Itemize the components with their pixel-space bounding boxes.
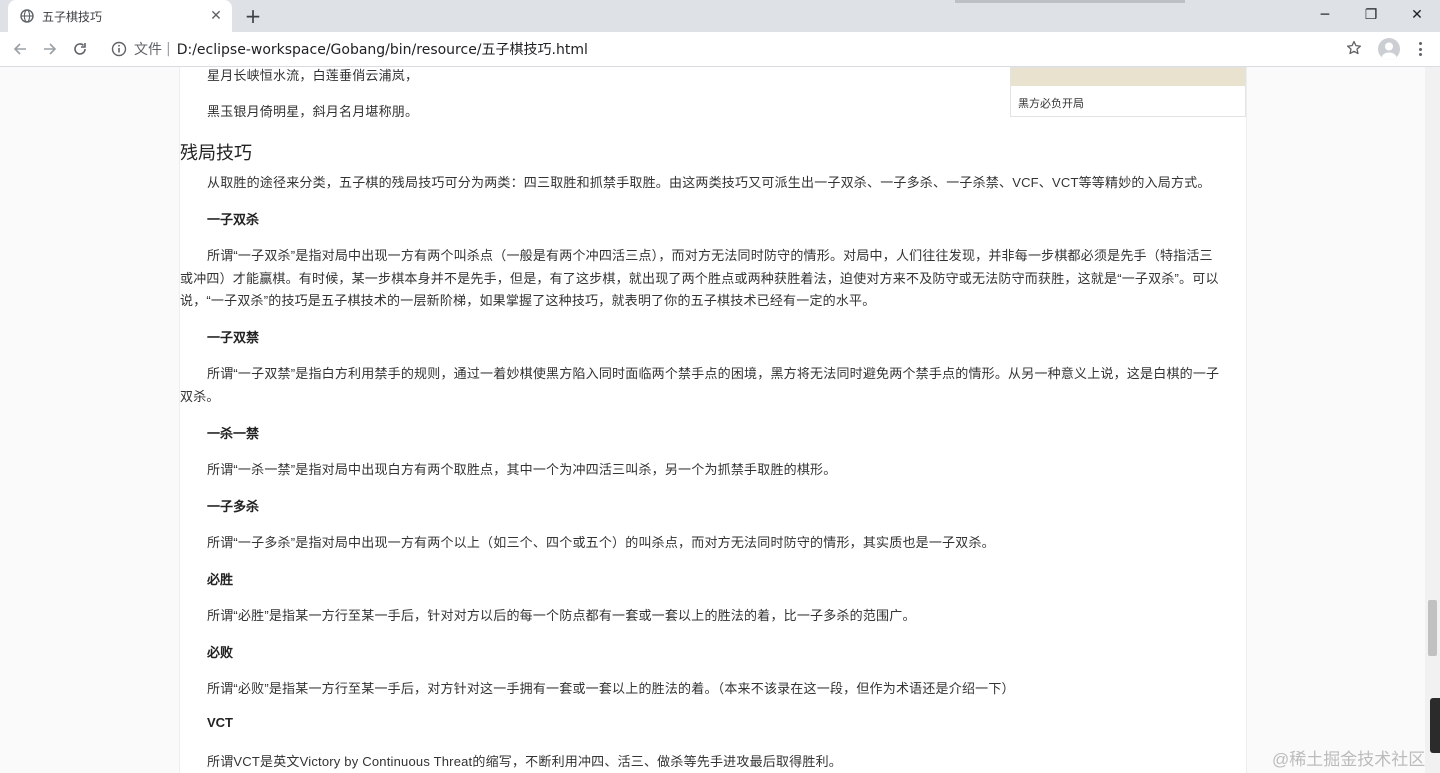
reload-icon [74,43,86,55]
article: 黑方必负开局 星月长峡恒水流，白莲垂俏云浦岚， 黑玉银月倚明星，斜月名月堪称朋。… [179,67,1247,773]
new-tab-button[interactable]: + [240,4,266,28]
scheme-label: 文件 [134,42,162,58]
side-widget[interactable] [1430,698,1440,753]
reload-button[interactable] [68,38,92,60]
window-controls: ─ ❐ ✕ [1302,0,1440,32]
poem-line: 星月长峡恒水流，白莲垂俏云浦岚， [207,68,419,83]
paragraph: 所谓“一子双杀”是指对局中出现一方有两个叫杀点（一般是有两个冲四活三点），而对方… [207,248,1213,263]
more-menu-icon[interactable] [1412,39,1428,59]
subheading: 一杀一禁 [207,426,260,441]
forward-button[interactable] [38,38,62,60]
arrow-left-icon [13,43,26,55]
poem-line: 黑玉银月倚明星，斜月名月堪称朋。 [207,104,419,119]
paragraph: 从取胜的途径来分类，五子棋的残局技巧可分为两类：四三取胜和抓禁手取胜。由这两类技… [207,175,1211,190]
figure-caption: 黑方必负开局 [1018,98,1084,110]
tab-title: 五子棋技巧 [42,9,103,24]
section-title: 残局技巧 [180,143,252,163]
bookmark-star-icon[interactable] [1346,40,1362,60]
paragraph: 或冲四）才能赢棋。有时候，某一步棋本身并不是先手，但是，有了这步棋，就出现了两个… [180,271,1219,286]
browser-toolbar: 文件 | D:/eclipse-workspace/Gobang/bin/res… [0,32,1440,67]
subheading: 一子多杀 [207,499,260,514]
subheading: 必败 [207,645,234,660]
paragraph: 说，“一子双杀”的技巧是五子棋技术的一层新阶梯，如果掌握了这种技巧，就表明了你的… [180,293,876,308]
tab-strip: 五子棋技巧 ✕ + ─ ❐ ✕ [0,0,1440,32]
info-icon[interactable] [110,40,128,58]
paragraph: 所谓“必败”是指某一方行至某一手后，对方针对这一手拥有一套或一套以上的胜法的着。… [207,681,1015,696]
close-window-button[interactable]: ✕ [1394,0,1440,30]
close-tab-icon[interactable]: ✕ [206,6,226,26]
paragraph: 所谓“必胜”是指某一方行至某一手后，针对对方以后的每一个防点都有一套或一套以上的… [207,608,916,623]
popup-edge [955,0,1185,3]
globe-icon [20,9,34,23]
scrollbar-thumb[interactable] [1428,600,1437,656]
vertical-scrollbar[interactable] [1425,67,1440,773]
arrow-right-icon [44,43,57,55]
subheading: 必胜 [207,572,234,587]
url-text[interactable]: D:/eclipse-workspace/Gobang/bin/resource… [177,39,588,59]
subheading: 一子双杀 [207,212,260,227]
paragraph: 所谓“一子多杀”是指对局中出现一方有两个以上（如三个、四个或五个）的叫杀点，而对… [207,535,995,550]
board-image [1011,68,1245,86]
paragraph: 所谓“一杀一禁”是指对局中出现白方有两个取胜点，其中一个为冲四活三叫杀，另一个为… [207,462,837,477]
subheading: VCT [207,715,233,730]
subheading: 一子双禁 [207,330,260,345]
page-viewport: 黑方必负开局 星月长峡恒水流，白莲垂俏云浦岚， 黑玉银月倚明星，斜月名月堪称朋。… [0,67,1425,773]
paragraph: 所谓“一子双禁”是指白方利用禁手的规则，通过一着妙棋使黑方陷入同时面临两个禁手点… [207,366,1220,381]
profile-avatar-icon[interactable] [1378,38,1400,60]
watermark: @稀土掘金技术社区 [1272,750,1426,769]
board-figure: 黑方必负开局 [1010,67,1246,117]
scheme-separator: | [166,41,171,57]
tab-active[interactable]: 五子棋技巧 ✕ [8,0,232,32]
restore-button[interactable]: ❐ [1348,0,1394,30]
paragraph: 双杀。 [180,389,220,404]
minimize-button[interactable]: ─ [1302,0,1348,30]
address-bar[interactable]: 文件 | D:/eclipse-workspace/Gobang/bin/res… [100,35,1370,63]
paragraph: 所谓VCT是英文Victory by Continuous Threat的缩写，… [207,754,842,769]
back-button[interactable] [8,38,32,60]
